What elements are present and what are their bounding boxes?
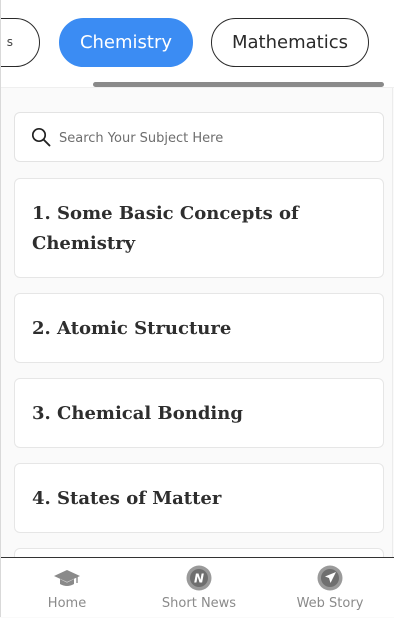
chapter-title-1: 1. Some Basic Concepts of Chemistry — [32, 203, 299, 254]
tab-previous-subject[interactable]: s — [1, 18, 40, 67]
nav-web-story-label: Web Story — [296, 596, 364, 611]
nav-short-news-label: Short News — [161, 596, 237, 611]
tab-previous-label: s — [6, 35, 13, 49]
graduation-cap-icon — [54, 570, 80, 586]
chapter-title-2: 2. Atomic Structure — [32, 318, 232, 339]
chapter-card-3[interactable]: 3. Chemical Bonding — [14, 378, 384, 448]
chapter-card-2[interactable]: 2. Atomic Structure — [14, 293, 384, 363]
tab-scrollbar[interactable] — [93, 82, 384, 87]
search-icon — [31, 127, 51, 147]
chapter-card-4[interactable]: 4. States of Matter — [14, 463, 384, 533]
tab-chemistry[interactable]: Chemistry — [59, 18, 193, 67]
nav-short-news[interactable]: N Short News — [134, 558, 264, 618]
nav-home[interactable]: Home — [2, 558, 132, 618]
chapter-card-1[interactable]: 1. Some Basic Concepts of Chemistry — [14, 178, 384, 278]
nav-home-label: Home — [47, 596, 87, 611]
subject-tab-bar[interactable]: s Chemistry Mathematics — [1, 0, 394, 88]
svg-text:N: N — [194, 572, 204, 586]
bottom-nav: Home N Short News Web Story — [1, 557, 394, 617]
app-frame: s Chemistry Mathematics 1. Some Basic Co… — [0, 0, 394, 617]
news-n-icon: N — [186, 565, 212, 591]
tab-mathematics[interactable]: Mathematics — [211, 18, 369, 67]
search-input[interactable] — [59, 126, 369, 150]
paper-plane-icon — [317, 565, 343, 591]
nav-web-story[interactable]: Web Story — [265, 558, 394, 618]
chapter-title-4: 4. States of Matter — [32, 488, 222, 509]
search-box[interactable] — [14, 112, 384, 162]
chapter-title-3: 3. Chemical Bonding — [32, 403, 243, 424]
